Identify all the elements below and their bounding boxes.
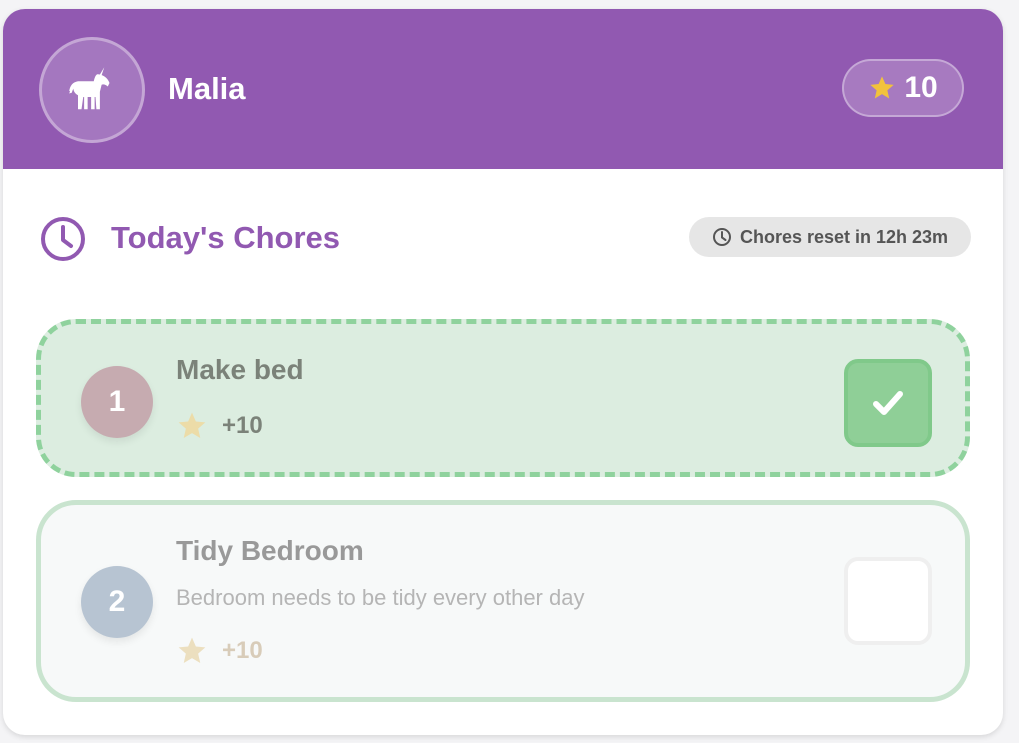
profile-header: Malia 10 [3,9,1003,169]
chore-reward: +10 [176,635,263,667]
chore-complete-checkbox[interactable] [844,359,932,447]
chore-number-badge: 2 [81,566,153,638]
points-value: 10 [904,71,938,104]
star-icon [870,76,894,99]
chore-item-make-bed[interactable]: 1 Make bed +10 [36,319,970,477]
chore-reward: +10 [176,410,263,442]
kid-name: Malia [168,71,246,106]
section-title: Today's Chores [111,220,341,255]
chore-item-tidy-bedroom[interactable]: 2 Tidy Bedroom Bedroom needs to be tidy … [36,500,970,702]
chore-reward-value: +10 [222,637,263,664]
chore-title: Make bed [176,354,304,385]
chore-title: Tidy Bedroom [176,535,364,566]
avatar[interactable] [39,37,145,143]
chore-description: Bedroom needs to be tidy every other day [176,585,585,610]
clock-small-icon [712,228,731,246]
star-icon [178,637,206,663]
unicorn-icon [69,67,110,110]
chore-card: Malia 10 Today's Chores Chores reset in … [3,9,1003,735]
checkmark-icon [873,391,903,415]
chore-reward-value: +10 [222,412,263,439]
points-badge: 10 [842,59,964,117]
reset-timer-badge: Chores reset in 12h 23m [689,217,971,257]
reset-timer-text: Chores reset in 12h 23m [739,226,949,247]
star-icon [178,412,206,438]
clock-icon [41,217,85,261]
chore-complete-checkbox[interactable] [844,557,932,645]
chore-number-badge: 1 [81,366,153,438]
